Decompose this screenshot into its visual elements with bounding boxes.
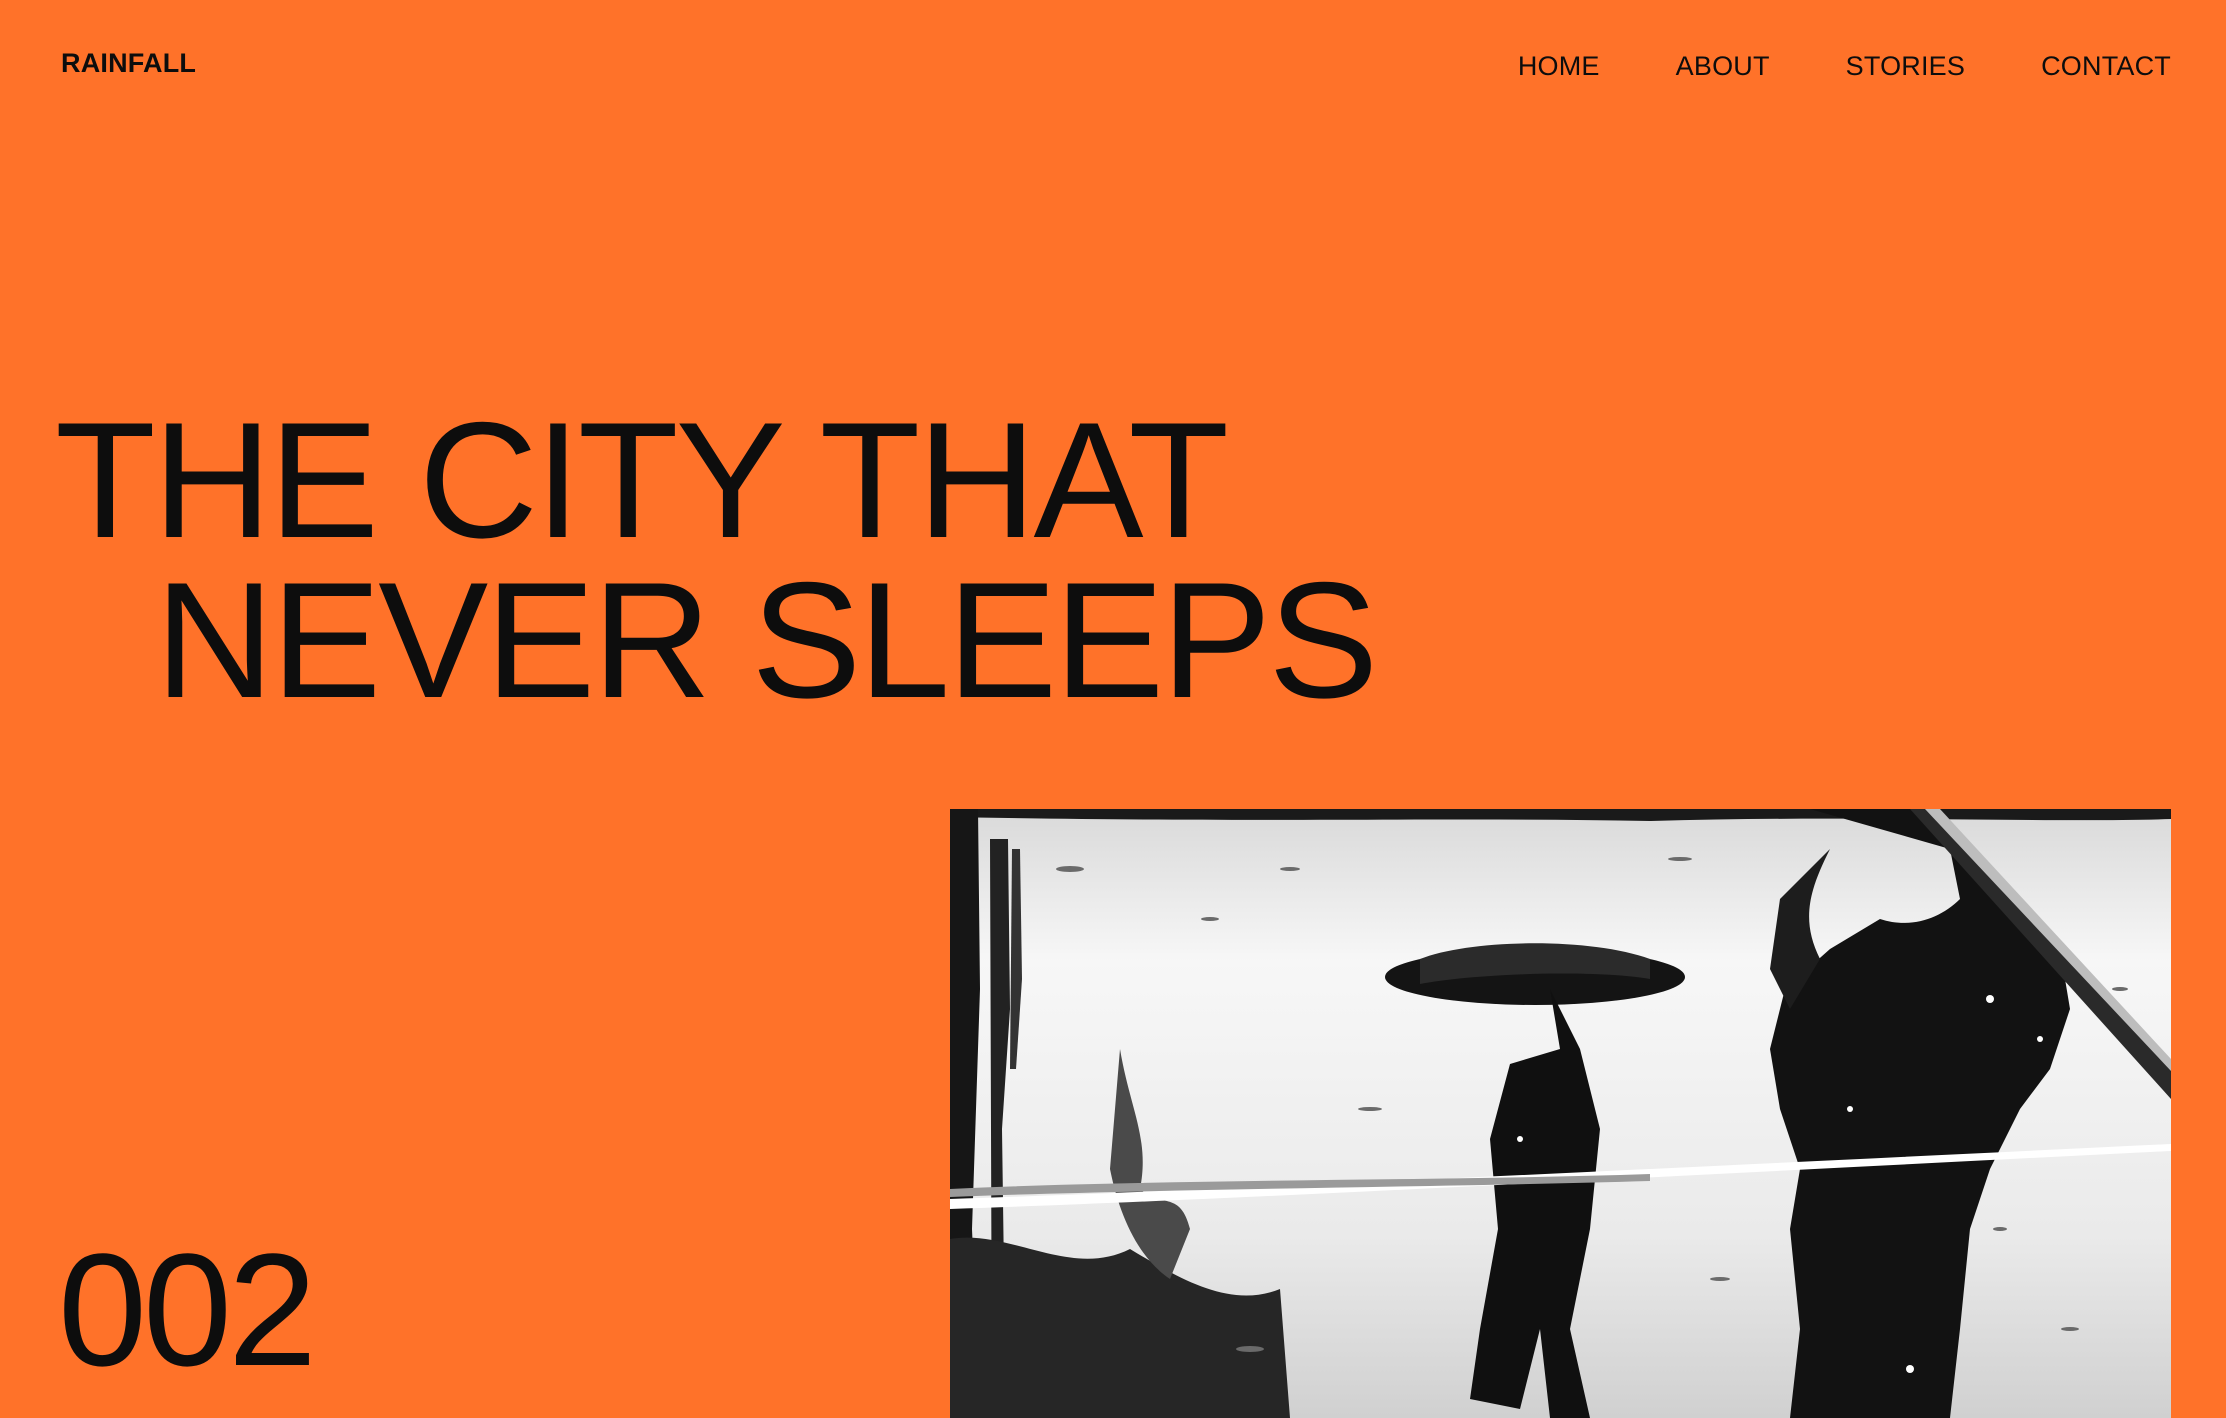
nav-about[interactable]: ABOUT <box>1676 53 1770 80</box>
nav-home[interactable]: HOME <box>1518 53 1600 80</box>
main-nav: HOME ABOUT STORIES CONTACT <box>1518 53 2171 80</box>
issue-number: 002 <box>58 1220 317 1399</box>
rain-street-photo <box>950 809 2171 1418</box>
hero-title: THE CITY THAT NEVER SLEEPS <box>55 388 1378 732</box>
rain-street-photo-icon <box>950 809 2171 1418</box>
site-header: RAINFALL HOME ABOUT STORIES CONTACT <box>0 0 2226 140</box>
hero-title-line-2: NEVER SLEEPS <box>155 548 1378 732</box>
brand-logo[interactable]: RAINFALL <box>61 50 196 77</box>
hero-title-line-1: THE CITY THAT <box>55 388 1229 572</box>
nav-contact[interactable]: CONTACT <box>2041 53 2171 80</box>
nav-stories[interactable]: STORIES <box>1846 53 1965 80</box>
